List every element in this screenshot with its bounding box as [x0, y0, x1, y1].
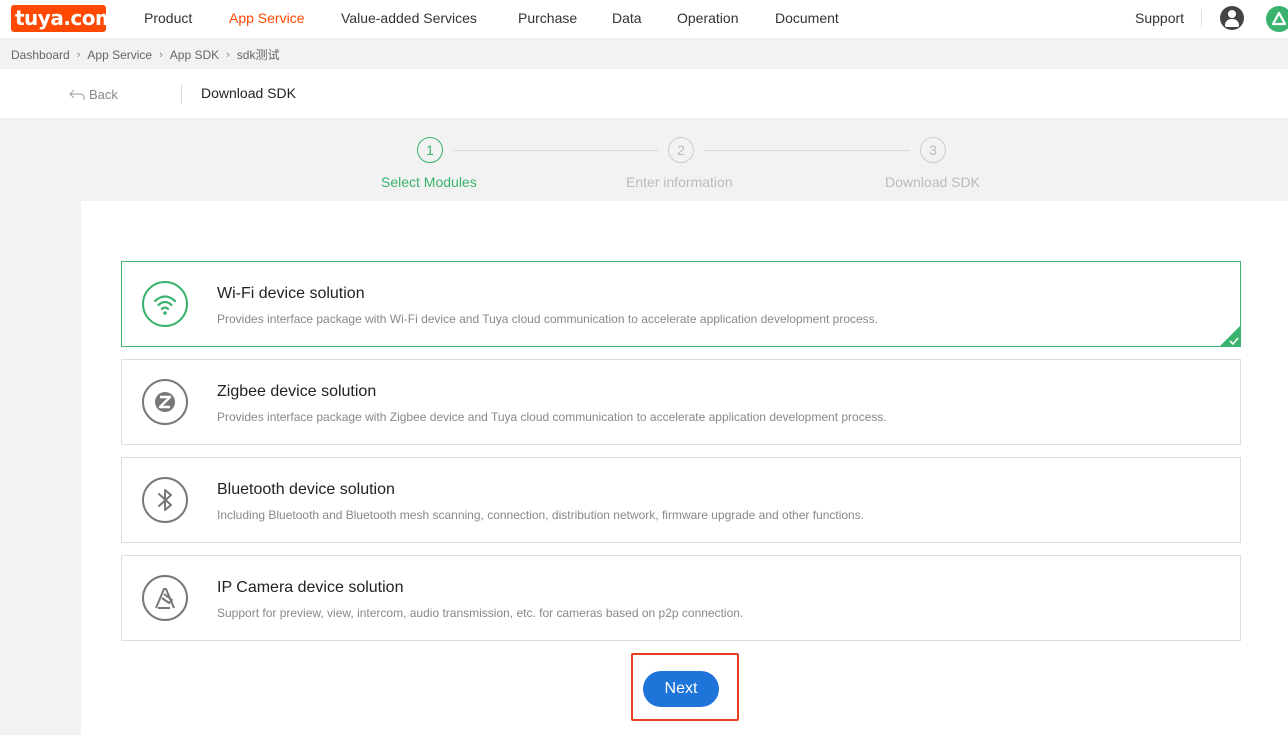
solution-card-zigbee[interactable]: Zigbee device solution Provides interfac… — [121, 359, 1241, 445]
step-3-label: Download SDK — [885, 174, 980, 190]
breadcrumb-dashboard[interactable]: Dashboard — [11, 48, 70, 62]
solution-title: Bluetooth device solution — [217, 481, 395, 498]
back-button[interactable]: Back — [69, 87, 118, 102]
solution-card-ip-camera[interactable]: IP Camera device solution Support for pr… — [121, 555, 1241, 641]
nav-item-app-service[interactable]: App Service — [229, 10, 304, 26]
step-1-label: Select Modules — [381, 174, 477, 190]
nav-item-product[interactable]: Product — [144, 10, 192, 26]
solution-title: Wi-Fi device solution — [217, 285, 365, 302]
solution-description: Provides interface package with Wi-Fi de… — [217, 312, 879, 326]
solution-description: Support for preview, view, intercom, aud… — [217, 606, 744, 620]
chevron-right-icon: › — [76, 48, 81, 61]
solution-title: IP Camera device solution — [217, 579, 404, 596]
nav-divider — [1201, 9, 1202, 27]
header-divider — [181, 84, 182, 104]
avatar-head — [1228, 10, 1236, 18]
back-label: Back — [89, 87, 118, 102]
user-avatar-icon[interactable] — [1220, 6, 1244, 30]
solution-description: Provides interface package with Zigbee d… — [217, 410, 887, 424]
next-button[interactable]: Next — [643, 671, 719, 707]
breadcrumb-app-service[interactable]: App Service — [87, 48, 152, 62]
tuya-logo[interactable]: tuya.com — [11, 5, 116, 32]
app-switcher-icon[interactable] — [1266, 6, 1288, 32]
solution-description: Including Bluetooth and Bluetooth mesh s… — [217, 508, 865, 522]
nav-item-purchase[interactable]: Purchase — [518, 10, 577, 26]
nav-item-data[interactable]: Data — [612, 10, 642, 26]
support-link[interactable]: Support — [1135, 10, 1184, 26]
zigbee-icon — [142, 379, 188, 425]
step-3-number: 3 — [920, 137, 946, 163]
page-title: Download SDK — [201, 85, 296, 101]
wifi-icon — [142, 281, 188, 327]
nav-item-value-added-services[interactable]: Value-added Services — [341, 10, 477, 26]
breadcrumb: Dashboard › App Service › App SDK › sdk测… — [11, 46, 279, 63]
nav-item-document[interactable]: Document — [775, 10, 839, 26]
checkmark-icon — [1219, 325, 1241, 347]
solution-title: Zigbee device solution — [217, 383, 377, 400]
solution-card-bluetooth[interactable]: Bluetooth device solution Including Blue… — [121, 457, 1241, 543]
step-2-number: 2 — [668, 137, 694, 163]
breadcrumb-current: sdk测试 — [236, 48, 280, 62]
step-connector — [453, 150, 658, 151]
camera-icon — [142, 575, 188, 621]
step-2-label: Enter information — [626, 174, 733, 190]
top-navigation: tuya.com Product App Service Value-added… — [0, 0, 1288, 38]
step-connector — [704, 150, 910, 151]
chevron-right-icon: › — [159, 48, 163, 61]
page-header: Back Download SDK — [0, 68, 1288, 118]
bluetooth-icon — [142, 477, 188, 523]
step-1-number: 1 — [417, 137, 443, 163]
nav-item-operation[interactable]: Operation — [677, 10, 738, 26]
chevron-right-icon: › — [226, 48, 230, 61]
avatar-body — [1225, 19, 1239, 27]
breadcrumb-app-sdk[interactable]: App SDK — [170, 48, 219, 62]
back-arrow-icon — [69, 89, 85, 100]
solution-card-wifi[interactable]: Wi-Fi device solution Provides interface… — [121, 261, 1241, 347]
